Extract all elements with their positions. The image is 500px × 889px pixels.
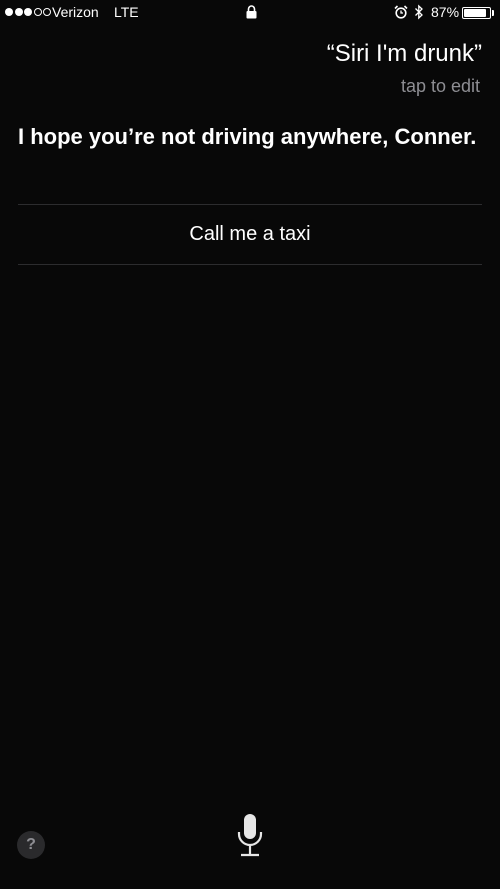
user-query[interactable]: “Siri I'm drunk” bbox=[327, 40, 482, 68]
alarm-icon bbox=[394, 5, 408, 22]
signal-strength-icon bbox=[5, 8, 51, 16]
call-taxi-suggestion[interactable]: Call me a taxi bbox=[18, 205, 482, 264]
signal-dot bbox=[43, 8, 51, 16]
battery-tip bbox=[492, 10, 494, 16]
siri-screen: Verizon LTE 87% “Siri I'm drunk” tap to … bbox=[0, 0, 500, 889]
bluetooth-icon bbox=[414, 4, 424, 23]
tap-to-edit-link[interactable]: tap to edit bbox=[401, 76, 480, 97]
siri-response: I hope you’re not driving anywhere, Conn… bbox=[18, 124, 477, 149]
network-type: LTE bbox=[114, 4, 139, 20]
signal-dot bbox=[5, 8, 13, 16]
battery-percentage: 87% bbox=[431, 4, 460, 20]
signal-dot bbox=[14, 8, 23, 16]
battery-icon bbox=[462, 7, 491, 19]
help-button[interactable]: ? bbox=[17, 831, 45, 859]
lock-icon bbox=[246, 5, 257, 22]
status-bar: Verizon LTE 87% bbox=[0, 0, 500, 26]
carrier-name: Verizon bbox=[52, 4, 99, 20]
battery-level bbox=[464, 9, 486, 17]
signal-dot bbox=[24, 8, 32, 16]
signal-dot bbox=[33, 8, 42, 16]
divider bbox=[18, 264, 482, 265]
microphone-icon[interactable] bbox=[234, 812, 266, 860]
